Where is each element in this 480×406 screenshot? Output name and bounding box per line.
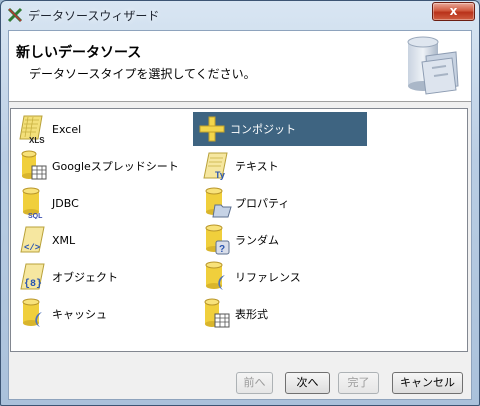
- database-sheet-icon: [21, 150, 47, 180]
- svg-text:{8}: {8}: [24, 278, 42, 290]
- wizard-window: データソースウィザード x 新しいデータソース データソースタイプを選択してくだ…: [0, 0, 480, 406]
- source-item-label: リファレンス: [235, 271, 301, 284]
- source-item-cache[interactable]: キャッシュ: [15, 297, 187, 331]
- close-button[interactable]: x: [432, 2, 475, 21]
- source-item-property[interactable]: プロパティ: [198, 186, 370, 220]
- svg-text:Ty: Ty: [215, 170, 225, 180]
- source-item-object[interactable]: {8} オブジェクト: [15, 260, 187, 294]
- source-item-label: キャッシュ: [52, 308, 107, 321]
- source-item-label: ランダム: [235, 234, 279, 247]
- source-item-label: テキスト: [235, 160, 279, 173]
- source-item-xml[interactable]: </> XML: [15, 223, 187, 257]
- source-item-jdbc[interactable]: SQL JDBC: [15, 186, 187, 220]
- database-reference-icon: [205, 261, 225, 290]
- source-item-tabular[interactable]: 表形式: [198, 297, 370, 331]
- database-cache-icon: [22, 298, 42, 327]
- source-item-label: プロパティ: [235, 197, 290, 210]
- window-title: データソースウィザード: [28, 9, 160, 23]
- page-title: 新しいデータソース: [16, 45, 142, 61]
- source-item-reference[interactable]: リファレンス: [198, 260, 370, 294]
- app-logo-icon: [7, 7, 23, 23]
- object-document-icon: {8}: [20, 263, 45, 290]
- next-button[interactable]: 次へ: [285, 372, 330, 394]
- source-item-label: XML: [52, 233, 76, 247]
- wizard-content: 新しいデータソース データソースタイプを選択してください。 XLS Excel …: [8, 30, 472, 400]
- svg-text:</>: </>: [24, 243, 40, 253]
- plus-icon: [199, 116, 225, 142]
- source-item-label: JDBC: [52, 196, 79, 210]
- source-item-text[interactable]: Ty テキスト: [198, 149, 370, 183]
- page-subtitle: データソースタイプを選択してください。: [29, 67, 256, 81]
- source-item-composite[interactable]: コンポジット: [193, 112, 367, 146]
- wizard-header: 新しいデータソース データソースタイプを選択してください。: [9, 31, 471, 102]
- datasource-folder-icon: [407, 36, 459, 95]
- source-item-excel[interactable]: XLS Excel: [15, 112, 187, 146]
- source-item-label: Googleスプレッドシート: [52, 160, 179, 173]
- source-item-label: Excel: [52, 122, 82, 136]
- xml-document-icon: </>: [20, 226, 45, 253]
- finish-button[interactable]: 完了: [338, 372, 379, 394]
- back-button[interactable]: 前へ: [236, 372, 273, 394]
- database-sql-icon: SQL: [22, 187, 43, 219]
- text-document-icon: Ty: [203, 152, 228, 180]
- cancel-button[interactable]: キャンセル: [392, 372, 463, 394]
- source-item-random[interactable]: ? ランダム: [198, 223, 370, 257]
- datasource-type-list: XLS Excel Googleスプレッドシート SQL JDBC </> XM…: [10, 108, 468, 352]
- svg-text:?: ?: [219, 244, 225, 255]
- source-item-label: 表形式: [235, 308, 268, 321]
- excel-xls-icon: XLS: [19, 115, 45, 145]
- title-bar[interactable]: データソースウィザード x: [1, 1, 479, 29]
- source-item-label: コンポジット: [230, 123, 296, 136]
- database-table-icon: [204, 298, 230, 328]
- svg-text:XLS: XLS: [29, 136, 45, 145]
- close-icon: x: [449, 4, 458, 18]
- svg-text:SQL: SQL: [28, 213, 43, 219]
- database-folder-icon: [205, 187, 232, 218]
- database-random-icon: ?: [205, 224, 230, 255]
- source-item-label: オブジェクト: [52, 271, 118, 284]
- source-item-google-sheets[interactable]: Googleスプレッドシート: [15, 149, 195, 183]
